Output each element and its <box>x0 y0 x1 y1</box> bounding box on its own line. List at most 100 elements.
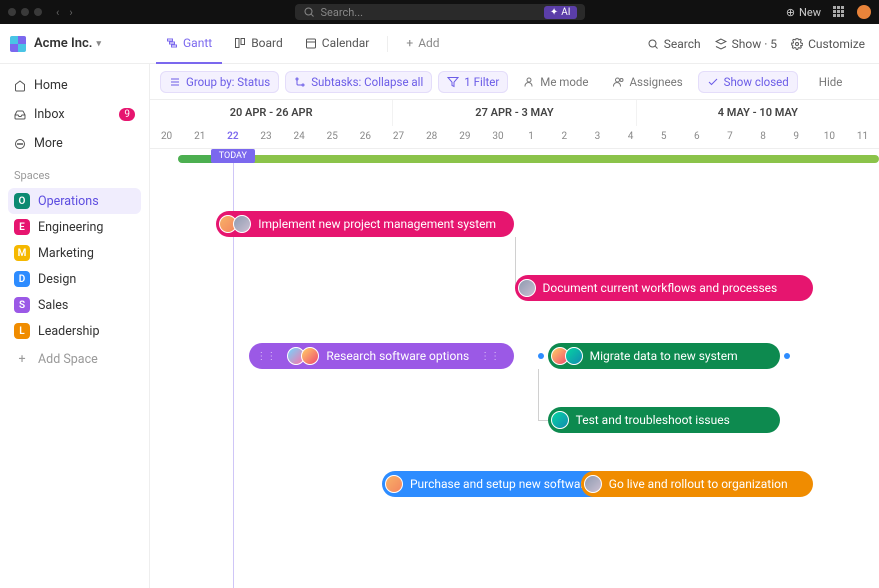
plus-icon: + <box>406 36 413 50</box>
workspace-switcher[interactable]: Acme Inc. ▾ <box>34 36 101 51</box>
home-icon <box>14 80 26 92</box>
add-view-button[interactable]: + Add <box>396 24 449 64</box>
assignee-avatars[interactable] <box>518 279 536 297</box>
day-label: 4 <box>614 126 647 148</box>
sidebar: Home Inbox 9 More Spaces O Operations EEng… <box>0 64 150 588</box>
drag-handle-icon[interactable]: ⋮⋮ <box>252 351 280 362</box>
gantt-task[interactable]: Test and troubleshoot issues <box>548 407 780 433</box>
space-item-engineering[interactable]: EEngineering <box>8 214 141 240</box>
calendar-icon <box>305 37 317 49</box>
user-icon <box>523 76 535 88</box>
assignee-avatars[interactable] <box>551 411 569 429</box>
user-avatar[interactable] <box>857 5 871 19</box>
day-label: 6 <box>680 126 713 148</box>
sidebar-inbox[interactable]: Inbox 9 <box>8 101 141 128</box>
space-item-operations[interactable]: O Operations <box>8 188 141 214</box>
spaces-heading: Spaces <box>8 159 141 186</box>
workspace-header: Acme Inc. ▾ Gantt Board Calendar + Add S… <box>0 24 879 64</box>
gantt-task[interactable]: Document current workflows and processes <box>515 275 813 301</box>
ai-button[interactable]: ✦ AI <box>544 6 577 19</box>
subtasks-icon <box>294 76 306 88</box>
dependency-dot[interactable] <box>784 353 790 359</box>
assignee-avatars[interactable] <box>287 347 319 365</box>
show-action[interactable]: Show · 5 <box>715 37 777 51</box>
gantt-task[interactable]: Migrate data to new system <box>548 343 780 369</box>
filter-subtasks[interactable]: Subtasks: Collapse all <box>285 71 432 93</box>
more-icon <box>14 138 26 150</box>
day-label: 28 <box>415 126 448 148</box>
day-label: 7 <box>713 126 746 148</box>
avatar-icon <box>385 475 403 493</box>
avatar-icon <box>584 475 602 493</box>
gantt-task[interactable]: Purchase and setup new software <box>382 471 614 497</box>
week-label: 27 APR - 3 MAY <box>393 100 636 126</box>
gantt-task[interactable]: ⋮⋮Research software options⋮⋮ <box>249 343 514 369</box>
gantt-view: Group by: Status Subtasks: Collapse all … <box>150 64 879 588</box>
check-icon <box>707 76 719 88</box>
assignee-avatars[interactable] <box>551 347 583 365</box>
gantt-task[interactable]: Go live and rollout to organization <box>581 471 813 497</box>
day-label: 24 <box>283 126 316 148</box>
week-label: 20 APR - 26 APR <box>150 100 393 126</box>
sidebar-more[interactable]: More <box>8 130 141 157</box>
filter-show-closed[interactable]: Show closed <box>698 71 798 93</box>
day-label: 3 <box>581 126 614 148</box>
plus-circle-icon: ⊕ <box>786 6 795 19</box>
space-item-leadership[interactable]: LLeadership <box>8 318 141 344</box>
dependency-line <box>538 369 539 420</box>
filter-assignees[interactable]: Assignees <box>604 71 692 93</box>
assignee-avatars[interactable] <box>584 475 602 493</box>
day-label: 27 <box>382 126 415 148</box>
space-label: Operations <box>38 194 99 209</box>
nav-back-icon[interactable]: ‹ <box>56 6 59 19</box>
day-label: 23 <box>249 126 282 148</box>
filter-group[interactable]: Group by: Status <box>160 71 279 93</box>
nav-forward-icon[interactable]: › <box>69 6 72 19</box>
space-item-sales[interactable]: SSales <box>8 292 141 318</box>
search-action[interactable]: Search <box>647 37 701 51</box>
board-icon <box>234 37 246 49</box>
gantt-chart[interactable]: TODAYImplement new project management sy… <box>150 149 879 588</box>
search-icon <box>647 38 659 50</box>
assignee-avatars[interactable] <box>385 475 403 493</box>
day-label: 30 <box>481 126 514 148</box>
search-icon <box>303 6 315 18</box>
space-label: Marketing <box>38 246 94 261</box>
space-color-icon: M <box>14 245 30 261</box>
day-label: 26 <box>349 126 382 148</box>
dependency-dot[interactable] <box>538 353 544 359</box>
day-label: 11 <box>846 126 879 148</box>
day-label: 20 <box>150 126 183 148</box>
app-titlebar: ‹ › Search... ✦ AI ⊕ New <box>0 0 879 24</box>
task-label: Purchase and setup new software <box>410 477 591 491</box>
dependency-line <box>538 420 548 421</box>
customize-action[interactable]: Customize <box>791 37 865 51</box>
tab-calendar[interactable]: Calendar <box>295 24 380 64</box>
space-color-icon: L <box>14 323 30 339</box>
day-label: 5 <box>647 126 680 148</box>
view-tabs: Gantt Board Calendar + Add <box>150 24 647 64</box>
drag-handle-icon[interactable]: ⋮⋮ <box>476 351 504 362</box>
global-search[interactable]: Search... ✦ AI <box>295 4 585 20</box>
space-item-marketing[interactable]: M Marketing <box>8 240 141 266</box>
tab-gantt[interactable]: Gantt <box>156 24 222 64</box>
nav-arrows[interactable]: ‹ › <box>56 6 73 19</box>
sidebar-home[interactable]: Home <box>8 72 141 99</box>
gantt-task[interactable]: Implement new project management system <box>216 211 514 237</box>
space-color-icon: O <box>14 193 30 209</box>
space-color-icon: D <box>14 271 30 287</box>
tab-board[interactable]: Board <box>224 24 293 64</box>
assignee-avatars[interactable] <box>219 215 251 233</box>
window-controls[interactable] <box>8 8 42 16</box>
filter-me-mode[interactable]: Me mode <box>514 71 597 93</box>
filter-count[interactable]: 1 Filter <box>438 71 508 93</box>
add-space-button[interactable]: + Add Space <box>8 346 141 373</box>
overview-progress-bar[interactable] <box>178 155 879 163</box>
inbox-badge: 9 <box>119 108 135 121</box>
day-label: 8 <box>747 126 780 148</box>
apps-grid-icon[interactable] <box>833 6 845 18</box>
space-item-design[interactable]: DDesign <box>8 266 141 292</box>
filter-hide[interactable]: Hide <box>810 71 852 93</box>
new-button[interactable]: ⊕ New <box>786 6 821 19</box>
day-label: 25 <box>316 126 349 148</box>
